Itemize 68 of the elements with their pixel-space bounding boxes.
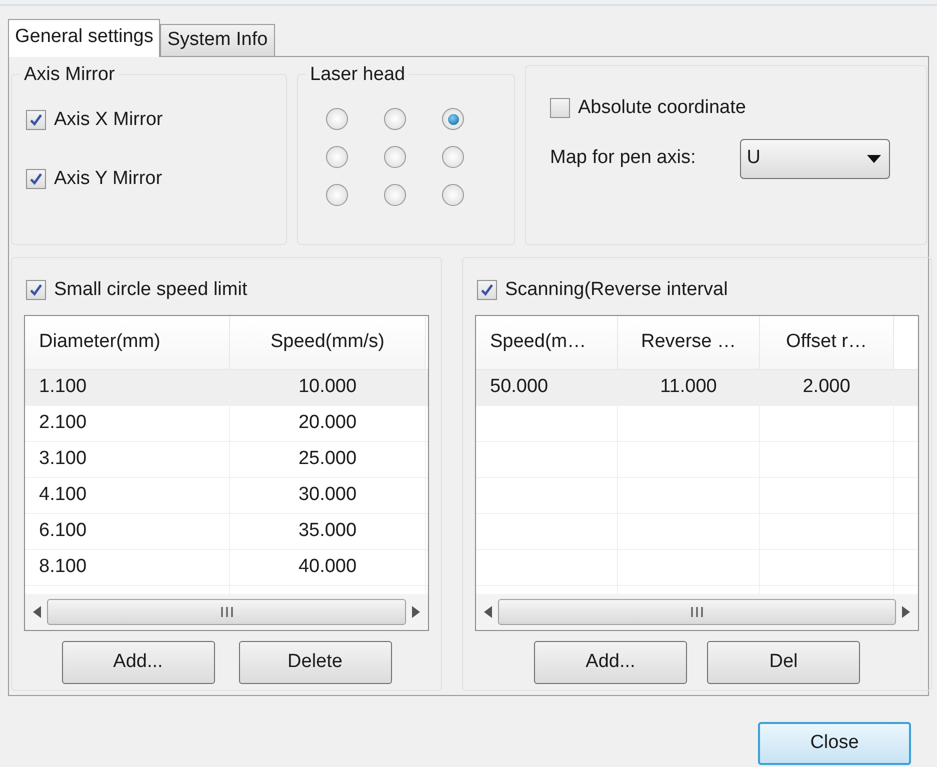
caret-icon: [866, 154, 881, 162]
table-cell: 4.100: [25, 478, 230, 512]
radio-button[interactable]: [384, 184, 406, 206]
scrollbar-thumb[interactable]: [498, 598, 896, 624]
checkbox-label[interactable]: Small circle speed limit: [54, 276, 248, 304]
table-row[interactable]: 6.100 35.000: [25, 514, 428, 550]
horizontal-scrollbar[interactable]: [25, 594, 428, 630]
column-header[interactable]: Reverse …: [618, 316, 760, 368]
pen-axis-dropdown[interactable]: U: [740, 138, 890, 178]
grip-icon: [220, 606, 234, 616]
table-cell: 1.100: [25, 370, 230, 404]
action-button[interactable]: Add...: [62, 640, 214, 684]
column-header[interactable]: Speed(m…: [476, 316, 618, 368]
tab[interactable]: System Info: [160, 24, 275, 56]
radio-button[interactable]: [326, 108, 348, 130]
horizontal-scrollbar[interactable]: [476, 594, 918, 630]
checkbox-label[interactable]: Axis X Mirror: [54, 106, 163, 134]
column-header[interactable]: Speed(mm/s): [230, 316, 426, 368]
action-button[interactable]: Delete: [238, 640, 392, 684]
radio-button[interactable]: [384, 146, 406, 168]
group-title: Axis Mirror: [23, 65, 116, 84]
table-row[interactable]: 50.000 11.000 2.000: [476, 370, 918, 406]
column-header[interactable]: Diameter(mm): [25, 316, 230, 368]
table-cell: 3.100: [25, 442, 230, 476]
checkbox-label[interactable]: Absolute coordinate: [578, 94, 746, 122]
table-cell: 30.000: [230, 478, 426, 512]
table-row[interactable]: 2.100 20.000: [25, 406, 428, 442]
checkbox-label[interactable]: Scanning(Reverse interval: [505, 276, 728, 304]
table-cell: 20.000: [230, 406, 426, 440]
radio-button[interactable]: [326, 184, 348, 206]
checkbox[interactable]: [550, 98, 570, 118]
table-cell: 50.000: [476, 370, 618, 404]
radio-button[interactable]: [442, 146, 464, 168]
table-cell: 40.000: [230, 550, 426, 584]
table-cell: 6.100: [25, 514, 230, 548]
radio-button[interactable]: [326, 146, 348, 168]
scrollbar-thumb[interactable]: [47, 598, 406, 624]
checkbox[interactable]: [26, 280, 46, 300]
scroll-left-icon[interactable]: [33, 606, 41, 618]
table-row[interactable]: 8.100 40.000: [25, 550, 428, 586]
action-button[interactable]: Add...: [534, 640, 687, 684]
table-row[interactable]: 4.100 30.000: [25, 478, 428, 514]
scroll-left-icon[interactable]: [484, 606, 492, 618]
column-header[interactable]: Offset r…: [760, 316, 894, 368]
scroll-right-icon[interactable]: [902, 606, 910, 618]
field-label: Map for pen axis:: [550, 146, 696, 170]
checkbox-label[interactable]: Axis Y Mirror: [54, 164, 162, 193]
grip-icon: [690, 606, 704, 616]
action-button[interactable]: Del: [707, 640, 860, 684]
table-cell: 10.000: [230, 370, 426, 404]
table-cell: 25.000: [230, 442, 426, 476]
radio-button[interactable]: [442, 108, 464, 130]
radio-button[interactable]: [384, 108, 406, 130]
checkbox[interactable]: [477, 280, 497, 300]
tab[interactable]: General settings: [8, 19, 160, 57]
radio-button[interactable]: [442, 184, 464, 206]
table-cell: 35.000: [230, 514, 426, 548]
checkbox[interactable]: [26, 110, 46, 130]
table-cell: 2.000: [760, 370, 894, 404]
table-cell: 8.100: [25, 550, 230, 584]
scroll-right-icon[interactable]: [412, 606, 420, 618]
table-cell: 11.000: [618, 370, 760, 404]
close-button[interactable]: Close: [758, 722, 911, 765]
checkbox[interactable]: [26, 168, 46, 189]
group-title: Laser head: [309, 65, 406, 84]
table-row[interactable]: 3.100 25.000: [25, 442, 428, 478]
table-row[interactable]: 1.100 10.000: [25, 370, 428, 406]
table-cell: 2.100: [25, 406, 230, 440]
